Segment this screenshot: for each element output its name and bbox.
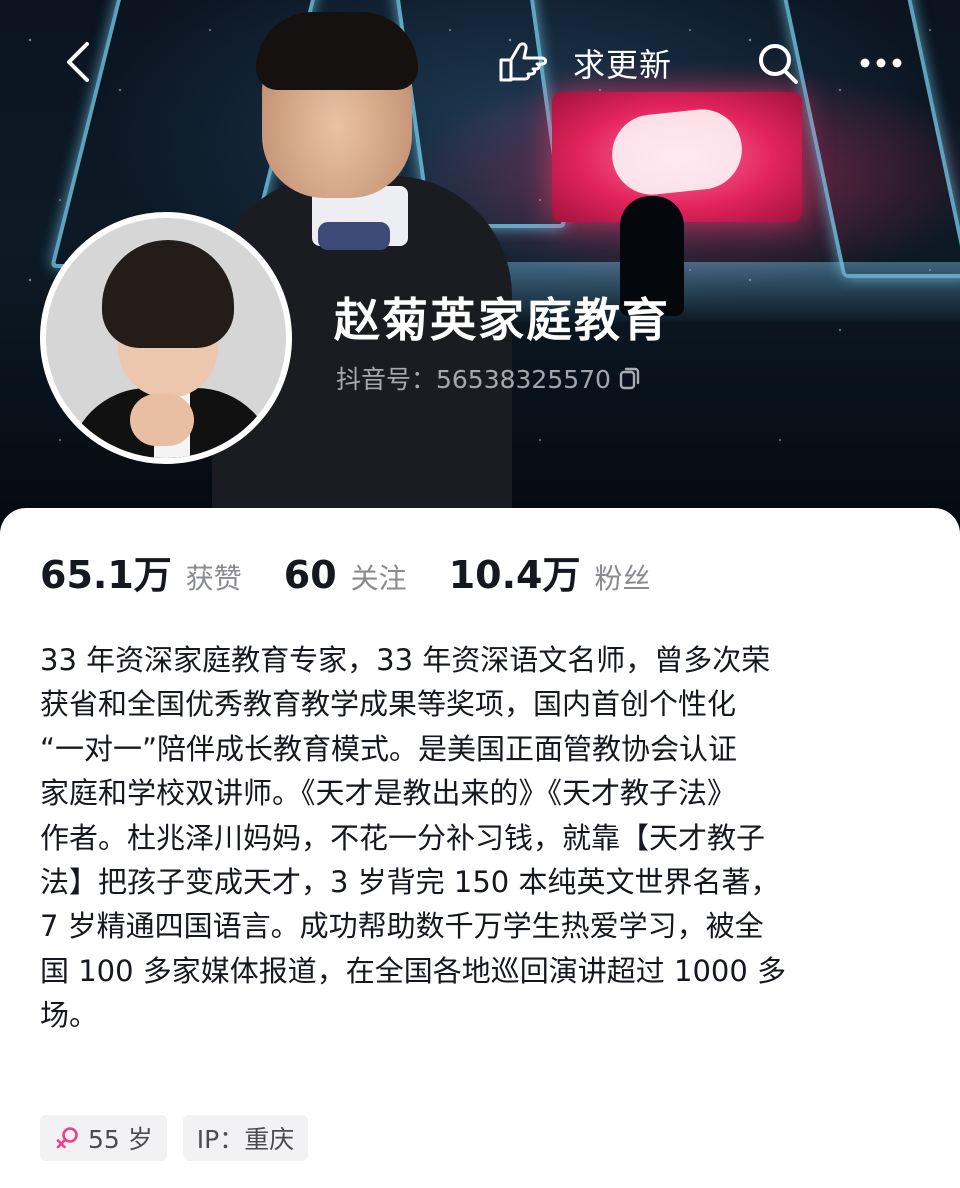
douyin-id[interactable]: 抖音号：56538325570 bbox=[336, 360, 641, 396]
stat-following[interactable]: 60 关注 bbox=[284, 553, 407, 597]
female-icon bbox=[56, 1127, 78, 1149]
stat-followers[interactable]: 10.4万 粉丝 bbox=[449, 544, 651, 599]
avatar-hair bbox=[102, 240, 234, 348]
more-dots-icon bbox=[860, 58, 902, 68]
profile-bio: 33 年资深家庭教育专家，33 年资深语文名师，曾多次荣 获省和全国优秀教育教学… bbox=[40, 643, 787, 1033]
boy-bowtie bbox=[318, 222, 390, 250]
profile-tags: 55 岁 IP：重庆 bbox=[40, 1115, 309, 1161]
stat-following-label: 关注 bbox=[350, 562, 407, 595]
ip-tag: IP：重庆 bbox=[182, 1115, 309, 1161]
age-tag-label: 55 岁 bbox=[88, 1125, 153, 1154]
douyin-id-text: 抖音号：56538325570 bbox=[336, 365, 611, 394]
stat-likes[interactable]: 65.1万 获赞 bbox=[40, 544, 242, 599]
stats-row: 65.1万 获赞 60 关注 10.4万 粉丝 bbox=[40, 544, 692, 599]
stat-likes-label: 获赞 bbox=[185, 562, 242, 595]
profile-name: 赵菊英家庭教育 bbox=[334, 293, 670, 347]
stat-likes-number: 65.1万 bbox=[40, 553, 172, 597]
search-icon bbox=[759, 44, 798, 84]
profile-card: 65.1万 获赞 60 关注 10.4万 粉丝 33 年资深家庭教育专家，33 … bbox=[0, 508, 960, 1188]
boy-hair bbox=[256, 12, 418, 90]
avatar-hand bbox=[130, 394, 194, 446]
stat-following-number: 60 bbox=[283, 553, 337, 597]
stat-followers-label: 粉丝 bbox=[594, 562, 651, 595]
request-update-button[interactable] bbox=[497, 40, 549, 84]
back-arrow-icon bbox=[67, 42, 89, 82]
copy-icon[interactable] bbox=[619, 366, 641, 390]
profile-page: 求更新 赵菊英家庭教育 抖音号：56538325570 65.1万 获赞 60 … bbox=[0, 0, 960, 1188]
pointing-hand-icon bbox=[499, 42, 547, 82]
age-tag: 55 岁 bbox=[40, 1115, 167, 1161]
request-update-label[interactable]: 求更新 bbox=[573, 40, 672, 86]
stat-followers-number: 10.4万 bbox=[448, 553, 581, 597]
more-button[interactable] bbox=[855, 40, 907, 86]
avatar[interactable] bbox=[40, 212, 292, 464]
ip-tag-label: IP：重庆 bbox=[196, 1125, 295, 1154]
back-button[interactable] bbox=[50, 32, 106, 92]
search-button[interactable] bbox=[755, 40, 803, 86]
